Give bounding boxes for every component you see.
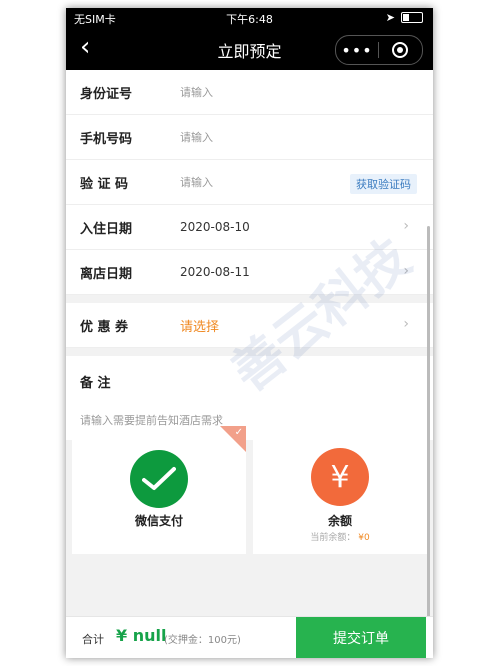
section-gap: [66, 348, 433, 356]
wechat-pay-label: 微信支付: [134, 514, 183, 528]
balance-label: 余额: [327, 514, 352, 528]
chevron-right-icon: ›: [403, 218, 409, 234]
wechat-pay-option[interactable]: ✓ 微信支付: [72, 426, 246, 554]
location-icon: ➤: [385, 11, 395, 24]
scrollbar[interactable]: [427, 226, 430, 636]
battery-icon: [401, 12, 423, 23]
check-icon: ✓: [234, 427, 243, 438]
checkout-row[interactable]: 离店日期 2020-08-11 ›: [66, 250, 433, 295]
verify-code-input[interactable]: 请输入: [180, 174, 213, 190]
balance-amount: ¥0: [358, 533, 370, 543]
phone-row: 手机号码 请输入: [66, 115, 433, 160]
more-dots-icon[interactable]: •••: [336, 41, 378, 60]
submit-order-button[interactable]: 提交订单: [296, 617, 426, 658]
coupon-value: 请选择: [180, 319, 220, 335]
navigation-bar: ‹ 立即预定 •••: [66, 30, 433, 70]
top-bar: 无SIM卡 下午6:48 ➤ ‹ 立即预定 •••: [66, 8, 433, 70]
remark-label: 备 注: [80, 376, 111, 391]
target-icon: [392, 42, 408, 58]
checkin-row[interactable]: 入住日期 2020-08-10 ›: [66, 205, 433, 250]
get-code-button[interactable]: 获取验证码: [350, 174, 417, 194]
total-amount: ¥ null: [116, 626, 167, 645]
balance-option[interactable]: ¥ 余额 当前余额： ¥0: [253, 426, 427, 554]
yen-icon: ¥: [311, 448, 369, 506]
bottom-bar: 合计 ¥ null (交押金：100元) 提交订单: [66, 616, 433, 658]
id-number-label: 身份证号: [80, 86, 133, 102]
verify-code-row: 验 证 码 请输入 获取验证码: [66, 160, 433, 205]
status-icons: ➤: [386, 11, 423, 24]
section-gap: [66, 295, 433, 303]
close-button[interactable]: [379, 42, 421, 58]
coupon-label: 优 惠 券: [80, 319, 129, 335]
status-bar: 无SIM卡 下午6:48 ➤: [66, 8, 433, 28]
chevron-right-icon: ›: [403, 263, 409, 279]
deposit-note: (交押金：100元): [164, 635, 241, 646]
phone-screen: 无SIM卡 下午6:48 ➤ ‹ 立即预定 ••• 身份证号 请输入 手机号码 …: [66, 8, 433, 658]
chevron-right-icon: ›: [403, 316, 409, 332]
id-number-row: 身份证号 请输入: [66, 70, 433, 115]
coupon-row[interactable]: 优 惠 券 请选择 ›: [66, 303, 433, 348]
phone-input[interactable]: 请输入: [180, 129, 213, 145]
balance-note-prefix: 当前余额：: [310, 533, 356, 543]
checkin-value: 2020-08-10: [180, 220, 250, 234]
checkout-label: 离店日期: [80, 266, 133, 282]
phone-label: 手机号码: [80, 131, 133, 147]
checkout-value: 2020-08-11: [180, 265, 250, 279]
checkin-label: 入住日期: [80, 221, 133, 237]
mini-program-capsule: •••: [335, 35, 423, 65]
id-number-input[interactable]: 请输入: [180, 84, 213, 100]
verify-code-label: 验 证 码: [80, 176, 129, 192]
clock-text: 下午6:48: [226, 13, 273, 26]
balance-note: 当前余额： ¥0: [253, 530, 427, 543]
total-label: 合计: [82, 633, 104, 646]
payment-options: ✓ 微信支付 ¥ 余额 当前余额： ¥0: [66, 426, 433, 566]
checkmark-icon: [142, 467, 176, 490]
wechat-pay-icon: [130, 450, 188, 508]
booking-form: 身份证号 请输入 手机号码 请输入 验 证 码 请输入 获取验证码 入住日期 2…: [66, 70, 433, 440]
